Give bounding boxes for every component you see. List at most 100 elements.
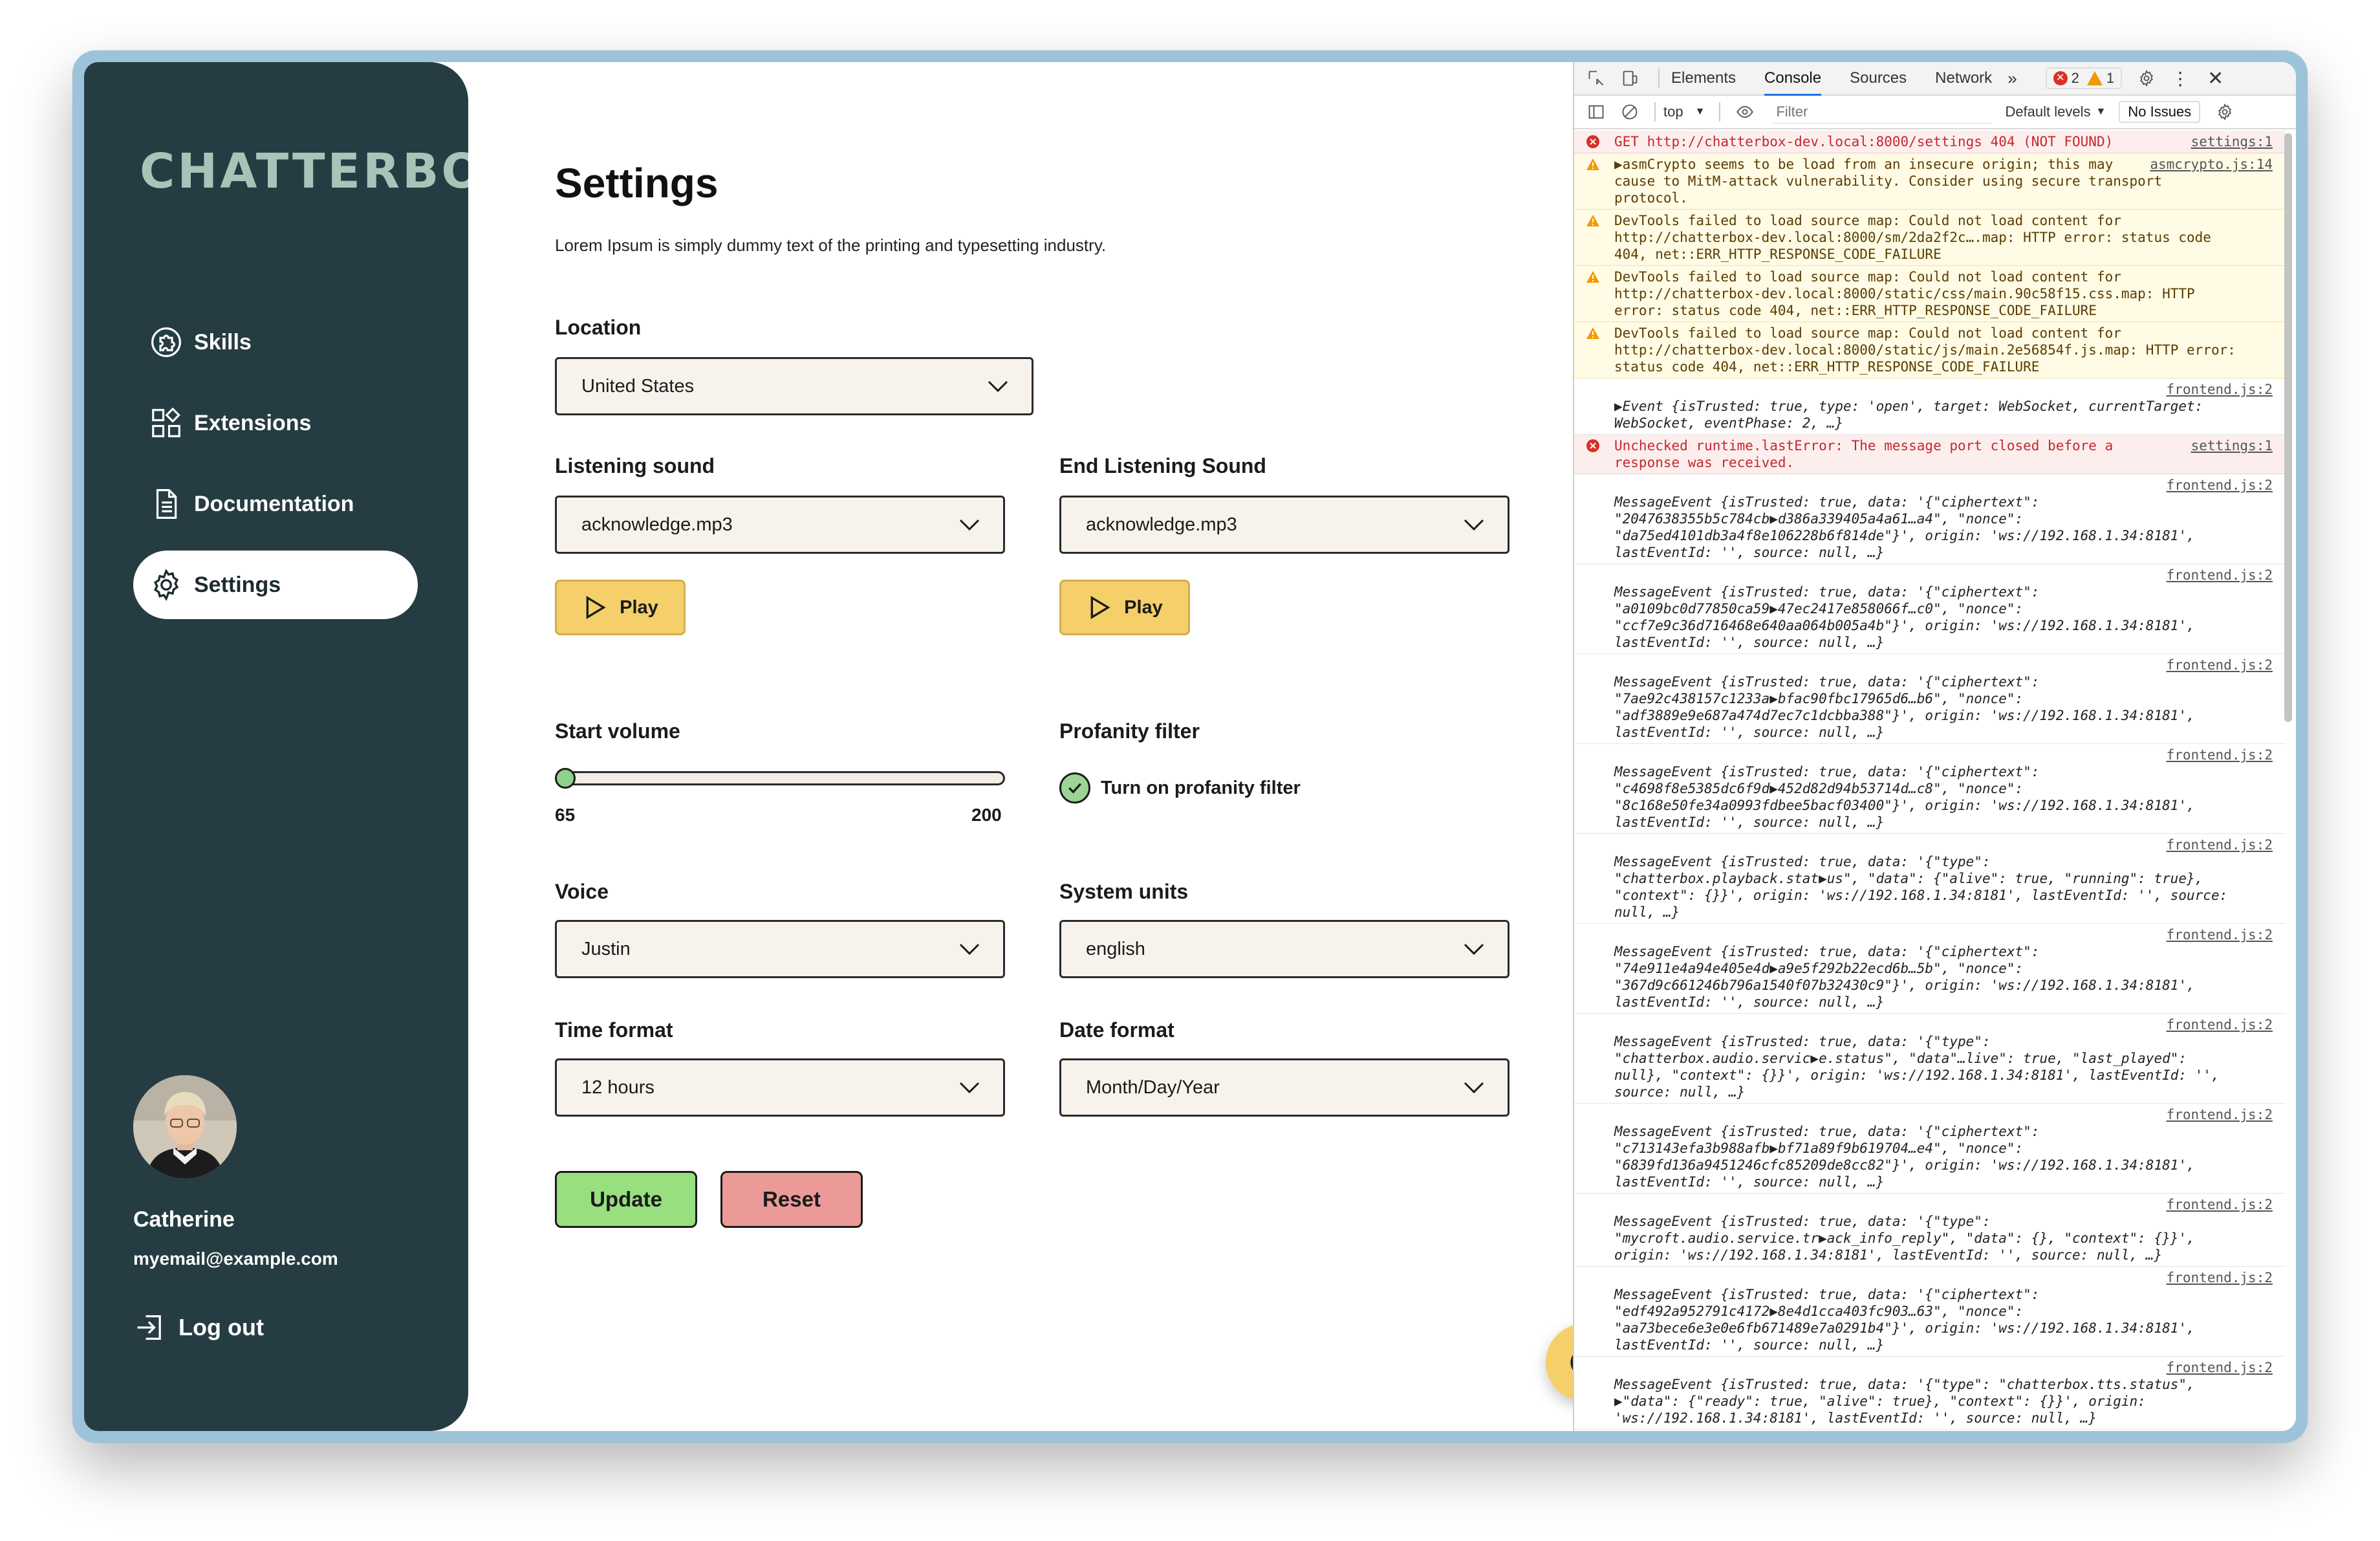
profanity-filter-checkbox[interactable]: Turn on profanity filter xyxy=(1059,772,1301,803)
message-source-link[interactable]: frontend.js:2 xyxy=(1614,836,2273,853)
message-source-link[interactable]: frontend.js:2 xyxy=(1614,657,2273,673)
voice-select[interactable]: Justin xyxy=(555,920,1005,978)
message-text: MessageEvent {isTrusted: true, data: '{"… xyxy=(1614,1124,2195,1190)
voice-value: Justin xyxy=(581,938,631,959)
issues-counter[interactable]: ✕ 2 1 xyxy=(2045,67,2123,89)
console-message[interactable]: frontend.js:2MessageEvent {isTrusted: tr… xyxy=(1574,1430,2286,1431)
location-value: United States xyxy=(581,375,695,397)
inspect-element-icon[interactable] xyxy=(1587,69,1605,87)
system-units-select[interactable]: english xyxy=(1059,920,1509,978)
close-icon[interactable]: ✕ xyxy=(2207,67,2223,90)
sidebar-toggle-icon[interactable] xyxy=(1587,103,1605,121)
console-message[interactable]: settings:1 GET http://chatterbox-dev.loca… xyxy=(1574,131,2286,153)
message-source-link[interactable]: asmcrypto.js:14 xyxy=(2150,156,2273,173)
chevron-down-icon xyxy=(988,380,1008,393)
more-options-icon[interactable]: ⋮ xyxy=(2171,68,2189,89)
issues-button[interactable]: No Issues xyxy=(2119,101,2201,123)
listening-sound-select[interactable]: acknowledge.mp3 xyxy=(555,496,1005,554)
message-source-link[interactable]: frontend.js:2 xyxy=(1614,1016,2273,1033)
console-messages: settings:1 GET http://chatterbox-dev.loca… xyxy=(1574,131,2286,1431)
console-message[interactable]: settings:1 Unchecked runtime.lastError: T… xyxy=(1574,435,2286,474)
extensions-icon xyxy=(152,407,180,437)
play-end-listening-sound-button[interactable]: Play xyxy=(1059,580,1190,635)
start-volume-label: Start volume xyxy=(555,719,680,743)
log-levels-select[interactable]: Default levels xyxy=(2005,104,2090,120)
sidebar-item-label: Extensions xyxy=(194,410,312,435)
message-source-link[interactable]: frontend.js:2 xyxy=(1614,1269,2273,1286)
message-source-link[interactable]: frontend.js:2 xyxy=(1614,381,2273,398)
warning-icon xyxy=(1586,326,1600,340)
console-settings-icon[interactable] xyxy=(2216,103,2234,121)
console-scrollbar[interactable] xyxy=(2284,133,2292,722)
console-toolbar: top ▼ Default levels ▼ No Issues xyxy=(1574,96,2296,129)
message-source-link[interactable]: frontend.js:2 xyxy=(1614,477,2273,494)
chevron-down-icon xyxy=(1464,943,1484,956)
console-message[interactable]: frontend.js:2MessageEvent {isTrusted: tr… xyxy=(1574,744,2286,834)
console-message[interactable]: frontend.js:2 ▶Event {isTrusted: true, ty… xyxy=(1574,378,2286,435)
error-count: 2 xyxy=(2071,70,2079,86)
sidebar-item-skills[interactable]: Skills xyxy=(133,308,418,377)
message-text: MessageEvent {isTrusted: true, data: '{"… xyxy=(1614,854,2228,920)
tab-console[interactable]: Console xyxy=(1764,69,1822,96)
logout-button[interactable]: Log out xyxy=(133,1311,264,1344)
console-message[interactable]: frontend.js:2MessageEvent {isTrusted: tr… xyxy=(1574,474,2286,564)
message-source-link[interactable]: frontend.js:2 xyxy=(1614,926,2273,943)
message-text: ▶Event {isTrusted: true, type: 'open', t… xyxy=(1614,399,2203,431)
update-button[interactable]: Update xyxy=(555,1171,697,1228)
date-format-select[interactable]: Month/Day/Year xyxy=(1059,1058,1509,1117)
message-source-link[interactable]: frontend.js:2 xyxy=(1614,1106,2273,1123)
console-message[interactable]: asmcrypto.js:14 ▶asmCrypto seems to be lo… xyxy=(1574,153,2286,210)
message-source-link[interactable]: frontend.js:2 xyxy=(1614,747,2273,763)
console-message[interactable]: frontend.js:2MessageEvent {isTrusted: tr… xyxy=(1574,924,2286,1014)
tab-sources[interactable]: Sources xyxy=(1850,69,1907,87)
message-source-link[interactable]: frontend.js:2 xyxy=(1614,1359,2273,1376)
message-text: DevTools failed to load source map: Coul… xyxy=(1614,269,2195,318)
context-select[interactable]: top xyxy=(1663,104,1683,120)
console-message[interactable]: frontend.js:2MessageEvent {isTrusted: tr… xyxy=(1574,654,2286,744)
play-listening-sound-button[interactable]: Play xyxy=(555,580,686,635)
start-volume-slider-thumb[interactable] xyxy=(555,768,576,789)
logout-label: Log out xyxy=(178,1314,264,1340)
end-listening-sound-select[interactable]: acknowledge.mp3 xyxy=(1059,496,1509,554)
sidebar-item-documentation[interactable]: Documentation xyxy=(133,470,418,538)
console-message[interactable]: frontend.js:2MessageEvent {isTrusted: tr… xyxy=(1574,1014,2286,1104)
eye-icon[interactable] xyxy=(1736,103,1754,121)
chevron-down-icon xyxy=(959,943,980,956)
console-message[interactable]: frontend.js:2MessageEvent {isTrusted: tr… xyxy=(1574,834,2286,924)
console-filter-input[interactable] xyxy=(1772,100,1993,124)
tab-network[interactable]: Network xyxy=(1935,69,1992,87)
message-source-link[interactable]: settings:1 xyxy=(2191,437,2273,454)
console-message[interactable]: frontend.js:2MessageEvent {isTrusted: tr… xyxy=(1574,1194,2286,1267)
console-message[interactable]: frontend.js:2MessageEvent {isTrusted: tr… xyxy=(1574,1357,2286,1430)
reset-button[interactable]: Reset xyxy=(720,1171,863,1228)
sidebar-item-settings[interactable]: Settings xyxy=(133,551,418,619)
device-toolbar-icon[interactable] xyxy=(1621,69,1639,87)
gear-icon xyxy=(153,568,179,602)
play-icon xyxy=(586,596,606,619)
console-message[interactable]: frontend.js:2MessageEvent {isTrusted: tr… xyxy=(1574,1267,2286,1357)
devtools-panel: Elements Console Sources Network » ✕ 2 1… xyxy=(1573,62,2296,1431)
time-format-select[interactable]: 12 hours xyxy=(555,1058,1005,1117)
location-label: Location xyxy=(555,316,642,339)
message-text: MessageEvent {isTrusted: true, data: '{"… xyxy=(1614,1377,2195,1426)
message-source-link[interactable]: settings:1 xyxy=(2191,133,2273,150)
end-listening-sound-label: End Listening Sound xyxy=(1059,454,1266,477)
message-source-link[interactable]: frontend.js:2 xyxy=(1614,567,2273,584)
profanity-filter-checkbox-label: Turn on profanity filter xyxy=(1101,777,1301,798)
clear-console-icon[interactable] xyxy=(1621,103,1639,121)
more-tabs-icon[interactable]: » xyxy=(2007,69,2017,89)
end-listening-sound-value: acknowledge.mp3 xyxy=(1086,514,1237,535)
settings-gear-icon[interactable] xyxy=(2137,69,2156,87)
avatar[interactable] xyxy=(133,1075,237,1179)
start-volume-slider-track[interactable] xyxy=(555,771,1005,785)
console-message[interactable]: DevTools failed to load source map: Coul… xyxy=(1574,266,2286,322)
location-select[interactable]: United States xyxy=(555,357,1033,415)
console-message[interactable]: DevTools failed to load source map: Coul… xyxy=(1574,322,2286,378)
message-source-link[interactable]: frontend.js:2 xyxy=(1614,1196,2273,1213)
tab-elements[interactable]: Elements xyxy=(1671,69,1736,87)
sidebar-item-extensions[interactable]: Extensions xyxy=(133,389,418,457)
console-message[interactable]: DevTools failed to load source map: Coul… xyxy=(1574,210,2286,266)
console-message[interactable]: frontend.js:2MessageEvent {isTrusted: tr… xyxy=(1574,564,2286,654)
context-dropdown-icon[interactable]: ▼ xyxy=(1695,106,1705,118)
console-message[interactable]: frontend.js:2MessageEvent {isTrusted: tr… xyxy=(1574,1104,2286,1194)
